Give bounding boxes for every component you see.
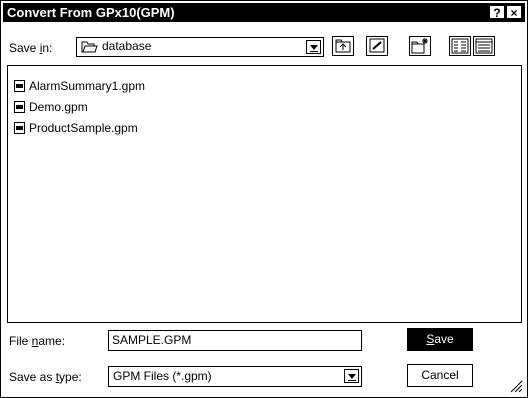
save-as-type-label-text-end: ype: xyxy=(59,370,82,384)
save-in-label-text-end: n: xyxy=(42,41,53,55)
list-view-icon xyxy=(451,38,469,54)
list-view-button[interactable] xyxy=(449,36,471,56)
file-name: Demo.gpm xyxy=(29,100,88,114)
cancel-button[interactable]: Cancel xyxy=(407,364,473,387)
save-in-value: database xyxy=(102,39,152,53)
title-bar[interactable]: Convert From GPx10(GPM) ? × xyxy=(3,3,525,22)
desktop-button[interactable] xyxy=(366,36,388,56)
folder-icon xyxy=(81,41,98,53)
up-one-level-icon xyxy=(335,39,351,53)
chevron-down-icon[interactable] xyxy=(344,369,359,383)
file-list[interactable]: AlarmSummary1.gpm Demo.gpm ProductSample… xyxy=(7,65,522,323)
close-button[interactable]: × xyxy=(506,5,522,20)
save-button[interactable]: Save xyxy=(407,328,473,351)
gpm-file-icon xyxy=(14,80,25,92)
file-name-value: SAMPLE.GPM xyxy=(112,333,192,347)
desktop-icon xyxy=(369,38,385,53)
file-name-label-text-end: ame: xyxy=(38,334,66,348)
new-folder-button[interactable] xyxy=(409,36,431,56)
details-view-icon xyxy=(475,38,493,54)
file-name-label-text: File xyxy=(9,334,32,348)
file-name-input[interactable]: SAMPLE.GPM xyxy=(108,330,362,351)
file-name-label: File name: xyxy=(9,334,65,348)
save-as-type-dropdown[interactable]: GPM Files (*.gpm) xyxy=(108,366,362,387)
save-as-type-value: GPM Files (*.gpm) xyxy=(113,369,212,383)
details-view-button[interactable] xyxy=(473,36,495,56)
up-one-level-button[interactable] xyxy=(332,36,354,56)
help-button[interactable]: ? xyxy=(489,5,505,20)
save-in-dropdown[interactable]: database xyxy=(76,37,324,57)
save-as-type-label-text: Save as xyxy=(9,370,56,384)
resize-grip-icon[interactable] xyxy=(509,379,523,393)
chevron-down-icon[interactable] xyxy=(306,40,321,54)
save-in-label-text: Save xyxy=(9,41,40,55)
new-folder-icon xyxy=(411,38,428,54)
gpm-file-icon xyxy=(14,101,25,113)
file-name: ProductSample.gpm xyxy=(29,121,138,135)
save-button-label: ave xyxy=(434,332,454,346)
save-dialog: Convert From GPx10(GPM) ? × Save in: dat… xyxy=(0,0,528,398)
save-in-label: Save in: xyxy=(9,41,52,55)
save-as-type-label: Save as type: xyxy=(9,370,82,384)
file-name: AlarmSummary1.gpm xyxy=(29,79,146,93)
dialog-title: Convert From GPx10(GPM) xyxy=(7,5,175,20)
gpm-file-icon xyxy=(14,122,25,134)
